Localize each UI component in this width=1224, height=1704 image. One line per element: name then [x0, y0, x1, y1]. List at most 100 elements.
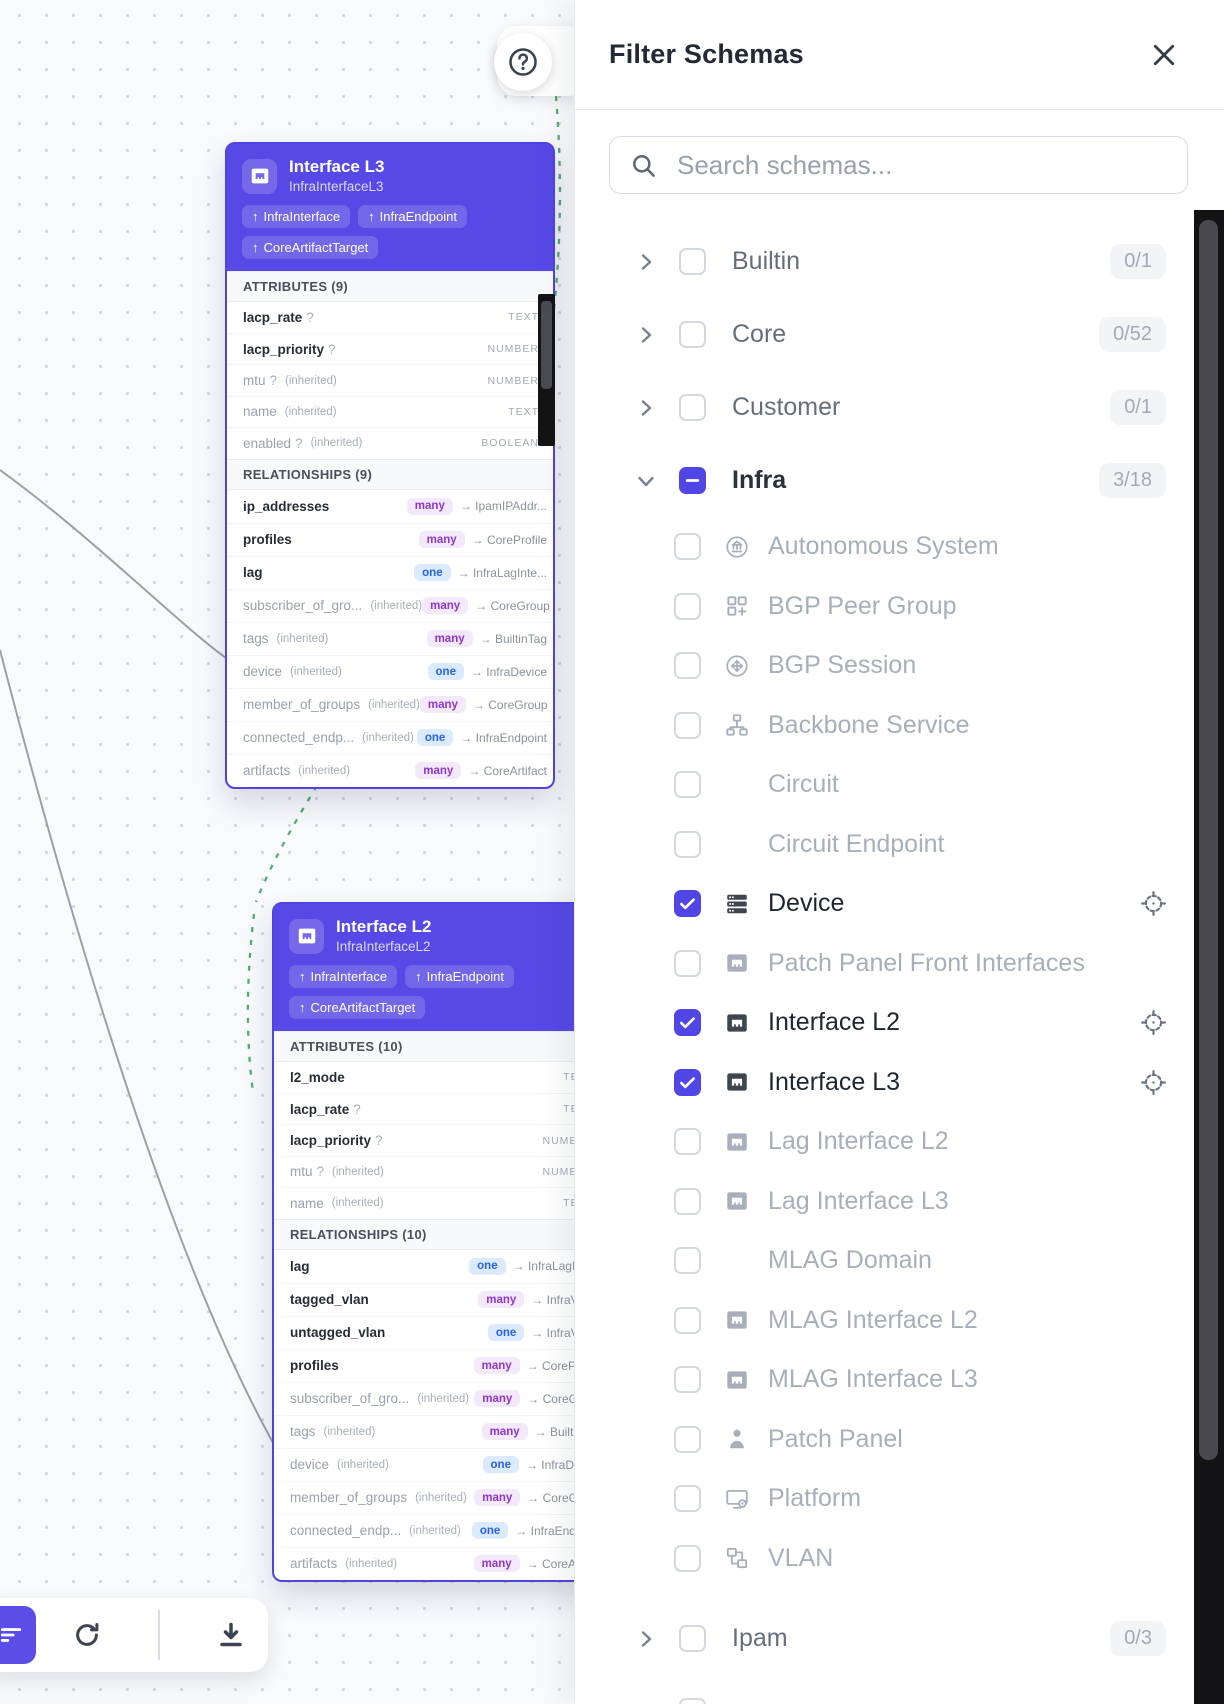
- schema-checkbox[interactable]: [674, 831, 701, 858]
- schema-checkbox[interactable]: [674, 1128, 701, 1155]
- cardinality-badge: one: [469, 1258, 505, 1275]
- card-title: Interface L3: [289, 157, 384, 177]
- cardinality-badge: one: [414, 564, 450, 581]
- inherited-tag: (inherited): [370, 600, 422, 612]
- schema-checkbox[interactable]: [674, 712, 701, 739]
- schema-item-row[interactable]: MLAG Interface L2: [575, 1291, 1194, 1351]
- relationship-name: tagged_vlan: [290, 1292, 369, 1307]
- relationship-row: profiles many → CoreProfile: [274, 1349, 608, 1382]
- close-button[interactable]: [1146, 37, 1182, 73]
- attribute-row: lacp_rate ? TEXT: [227, 302, 553, 333]
- schema-checkbox[interactable]: [674, 652, 701, 679]
- chevron-right-icon[interactable]: [633, 322, 659, 348]
- schema-checkbox[interactable]: [674, 1485, 701, 1512]
- schema-item-row[interactable]: Circuit: [575, 755, 1194, 815]
- refresh-button[interactable]: [69, 1617, 105, 1653]
- crosshair-icon[interactable]: [1138, 889, 1168, 919]
- schema-checkbox[interactable]: [674, 1247, 701, 1274]
- relationships-section-header: RELATIONSHIPS (9): [227, 459, 553, 490]
- schema-item-label: Backbone Service: [768, 711, 970, 740]
- schema-checkbox[interactable]: [679, 1698, 706, 1704]
- schema-item-row[interactable]: Patch Panel Front Interfaces: [575, 934, 1194, 994]
- schema-item-row[interactable]: Backbone Service: [575, 696, 1194, 756]
- inherited-tag: (inherited): [362, 732, 414, 744]
- schema-item-row[interactable]: Autonomous System: [575, 517, 1194, 577]
- schema-group-row-customer[interactable]: Customer 0/1: [575, 371, 1194, 444]
- schema-item-row[interactable]: Interface L2: [575, 993, 1194, 1053]
- schema-item-row[interactable]: Patch Panel: [575, 1410, 1194, 1470]
- crosshair-icon[interactable]: [1138, 1067, 1168, 1097]
- schema-item-row[interactable]: MLAG Domain: [575, 1231, 1194, 1291]
- relationship-name: tags: [290, 1424, 316, 1439]
- panel-scrollbar-thumb[interactable]: [1199, 220, 1218, 1460]
- search-box[interactable]: [609, 136, 1188, 194]
- arrow-up-icon: ↑: [252, 240, 259, 255]
- schema-checkbox[interactable]: [674, 1188, 701, 1215]
- schema-item-row[interactable]: Device: [575, 874, 1194, 934]
- schema-checkbox[interactable]: [674, 593, 701, 620]
- ethernet-port-icon: [723, 1307, 750, 1334]
- schema-node-card[interactable]: Interface L3 InfraInterfaceL3 ↑InfraInte…: [225, 142, 555, 789]
- schema-checkbox[interactable]: [679, 394, 706, 421]
- optional-marker: ?: [295, 436, 303, 451]
- card-attributes-scrollbar-thumb[interactable]: [541, 301, 552, 389]
- schema-checkbox[interactable]: [674, 1366, 701, 1393]
- schema-checkbox[interactable]: [674, 1307, 701, 1334]
- schema-item-row[interactable]: MLAG Interface L3: [575, 1350, 1194, 1410]
- schema-checkbox[interactable]: [674, 1426, 701, 1453]
- schema-group-row-core[interactable]: Core 0/52: [575, 298, 1194, 371]
- schema-item-row[interactable]: Interface L3: [575, 1053, 1194, 1113]
- arrow-up-icon: ↑: [252, 209, 259, 224]
- schema-item-row[interactable]: Lag Interface L2: [575, 1112, 1194, 1172]
- chevron-right-icon[interactable]: [633, 395, 659, 421]
- schema-checkbox[interactable]: [674, 890, 701, 917]
- schema-checkbox[interactable]: [674, 533, 701, 560]
- schema-checkbox[interactable]: [674, 1069, 701, 1096]
- schema-checkbox[interactable]: [674, 771, 701, 798]
- chevron-right-icon[interactable]: [633, 249, 659, 275]
- inherited-tag: (inherited): [290, 666, 342, 678]
- schema-checkbox[interactable]: [679, 1625, 706, 1652]
- schema-checkbox[interactable]: [674, 1545, 701, 1572]
- schema-checkbox[interactable]: [674, 950, 701, 977]
- schema-item-row[interactable]: BGP Session: [575, 636, 1194, 696]
- attribute-row: lacp_rate ? TEXT: [274, 1093, 608, 1124]
- attribute-name: l2_mode: [290, 1070, 345, 1085]
- schema-group-row[interactable]: [575, 1675, 1194, 1704]
- schema-group-row-ipam[interactable]: Ipam 0/3: [575, 1602, 1194, 1675]
- relationship-row: device (inherited) one → InfraDevice: [227, 655, 553, 688]
- schema-group-row-infra[interactable]: Infra 3/18: [575, 444, 1194, 517]
- search-input[interactable]: [675, 149, 1167, 182]
- schema-checkbox[interactable]: [679, 321, 706, 348]
- arrow-up-icon: ↑: [299, 969, 306, 984]
- optional-marker: ?: [353, 1102, 361, 1117]
- download-button[interactable]: [213, 1617, 249, 1653]
- schema-group-row-builtin[interactable]: Builtin 0/1: [575, 225, 1194, 298]
- schema-item-row[interactable]: Platform: [575, 1469, 1194, 1529]
- schema-checkbox[interactable]: [679, 248, 706, 275]
- schema-item-row[interactable]: BGP Peer Group: [575, 577, 1194, 637]
- chevron-down-icon[interactable]: [633, 468, 659, 494]
- card-attributes-scrollbar[interactable]: [538, 294, 555, 446]
- schema-item-row[interactable]: Lag Interface L3: [575, 1172, 1194, 1232]
- inherit-badge: ↑InfraInterface: [242, 205, 350, 228]
- schema-checkbox[interactable]: [679, 467, 706, 494]
- help-button[interactable]: [494, 33, 552, 91]
- schema-item-row[interactable]: VLAN: [575, 1529, 1194, 1589]
- schema-checkbox[interactable]: [674, 1009, 701, 1036]
- panel-scrollbar[interactable]: [1194, 210, 1224, 1704]
- schema-item-row[interactable]: Circuit Endpoint: [575, 815, 1194, 875]
- cardinality-badge: many: [482, 1423, 528, 1440]
- schema-item-label: Patch Panel: [768, 1425, 903, 1454]
- crosshair-icon[interactable]: [1138, 1008, 1168, 1038]
- filter-button[interactable]: [0, 1606, 36, 1664]
- relationship-row: connected_endp... (inherited) one → Infr…: [227, 721, 553, 754]
- cardinality-badge: many: [474, 1489, 520, 1506]
- chevron-right-icon[interactable]: [633, 1699, 659, 1704]
- schema-node-card[interactable]: Interface L2 InfraInterfaceL2 ↑InfraInte…: [272, 902, 610, 1582]
- inherited-tag: (inherited): [332, 1166, 384, 1178]
- relationship-target: → CoreProfile: [472, 533, 547, 547]
- attribute-type: BOOLEAN: [481, 437, 539, 449]
- chevron-right-icon[interactable]: [633, 1626, 659, 1652]
- attribute-type: NUMBER: [487, 375, 539, 387]
